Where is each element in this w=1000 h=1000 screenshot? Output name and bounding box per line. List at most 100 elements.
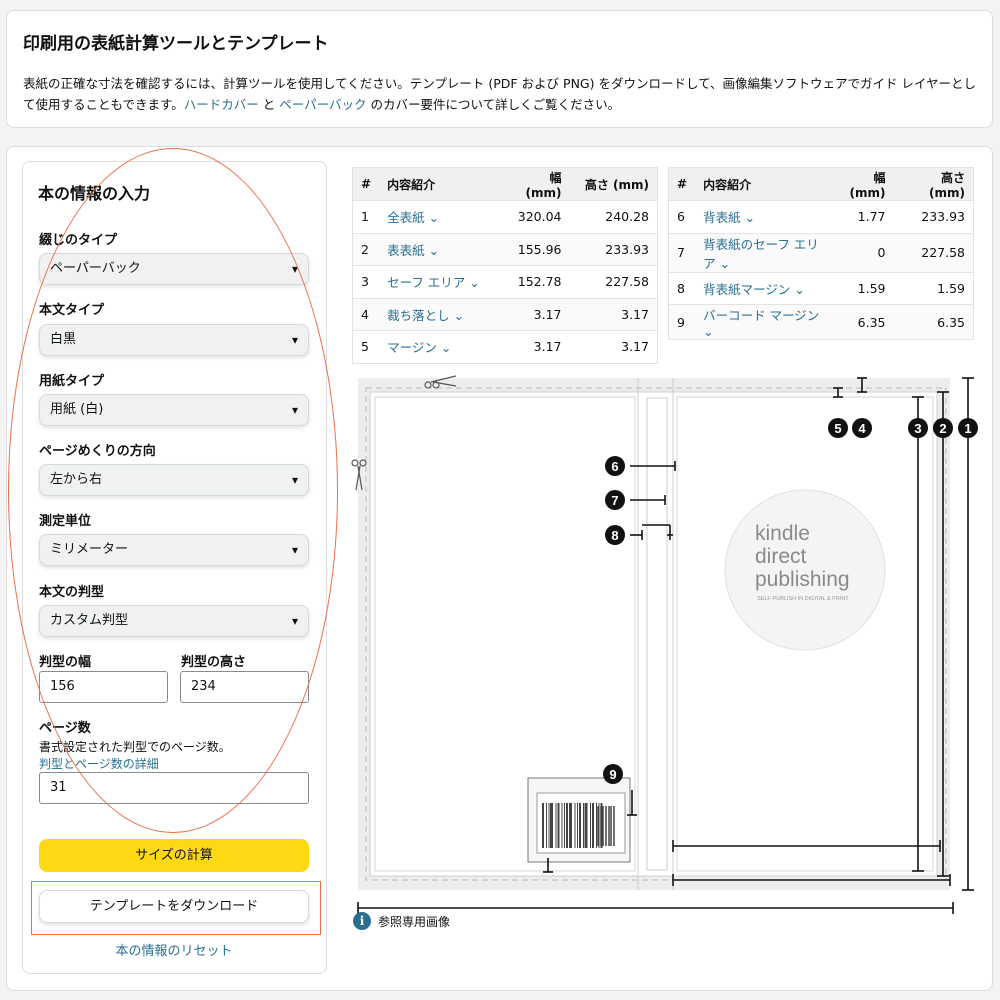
- and-text: と: [258, 97, 280, 112]
- row-width: 1.77: [831, 200, 894, 233]
- chevron-down-icon[interactable]: ⌄: [703, 324, 713, 339]
- logo-tagline: SELF-PUBLISH IN DIGITAL & PRINT: [757, 596, 849, 602]
- row-name[interactable]: 背表紙マージン ⌄: [695, 271, 832, 305]
- row-name[interactable]: バーコード マージン ⌄: [695, 304, 832, 340]
- col-num: #: [352, 167, 380, 201]
- callout-marker-8: 8: [605, 525, 625, 545]
- table-row: 9 バーコード マージン ⌄ 6.35 6.35: [668, 304, 974, 340]
- svg-text:5: 5: [834, 421, 841, 436]
- dimension-name-link[interactable]: 背表紙: [703, 210, 741, 225]
- row-number: 4: [352, 297, 380, 331]
- direction-select[interactable]: 左から右 ▾: [39, 464, 309, 496]
- row-number: 2: [352, 232, 380, 266]
- row-number: 6: [668, 200, 696, 233]
- interior-value: 白黒: [50, 332, 77, 347]
- chevron-down-icon[interactable]: ⌄: [745, 210, 755, 225]
- chevron-down-icon: ▾: [291, 473, 298, 487]
- callout-marker-5: 5: [828, 418, 848, 438]
- page-count-input[interactable]: 31: [39, 772, 309, 804]
- paperback-link[interactable]: ペーパーバック: [279, 97, 366, 112]
- chevron-down-icon[interactable]: ⌄: [429, 243, 439, 258]
- svg-text:1: 1: [964, 421, 971, 436]
- chevron-down-icon[interactable]: ⌄: [720, 256, 730, 271]
- trim-value: カスタム判型: [50, 613, 129, 628]
- binding-value: ペーパーバック: [50, 261, 141, 276]
- chevron-down-icon[interactable]: ⌄: [441, 340, 451, 355]
- col-name: 内容紹介: [379, 167, 502, 201]
- pages-label: ページ数: [39, 721, 91, 736]
- trim-height-input[interactable]: 234: [180, 671, 309, 703]
- table-row: 1 全表紙 ⌄ 320.04 240.28: [352, 200, 658, 233]
- row-width: 320.04: [501, 200, 570, 233]
- col-height: 高さ (mm): [893, 167, 974, 201]
- row-width: 6.35: [831, 304, 894, 340]
- row-name[interactable]: 表表紙 ⌄: [379, 232, 502, 266]
- calculate-button[interactable]: サイズの計算: [39, 839, 309, 872]
- row-height: 227.58: [569, 265, 658, 298]
- form-title: 本の情報の入力: [38, 184, 151, 203]
- paper-label: 用紙タイプ: [39, 374, 105, 389]
- table-row: 3 セーフ エリア ⌄ 152.78 227.58: [352, 265, 658, 298]
- paper-value: 用紙 (白): [50, 402, 104, 417]
- unit-select[interactable]: ミリメーター ▾: [39, 534, 309, 566]
- chevron-down-icon[interactable]: ⌄: [469, 275, 479, 290]
- row-height: 233.93: [893, 200, 974, 233]
- row-name[interactable]: 全表紙 ⌄: [379, 200, 502, 233]
- row-width: 152.78: [501, 265, 570, 298]
- col-width: 幅 (mm): [501, 167, 570, 201]
- interior-select[interactable]: 白黒 ▾: [39, 324, 309, 356]
- binding-select[interactable]: ペーパーバック ▾: [39, 253, 309, 285]
- trim-select[interactable]: カスタム判型 ▾: [39, 605, 309, 637]
- trim-height-label: 判型の高さ: [181, 655, 247, 670]
- row-width: 0: [831, 232, 894, 272]
- chevron-down-icon[interactable]: ⌄: [429, 210, 439, 225]
- trim-pages-details-link[interactable]: 判型とページ数の詳細: [39, 755, 159, 772]
- row-number: 7: [668, 232, 696, 272]
- chevron-down-icon: ▾: [291, 333, 298, 347]
- table-row: 6 背表紙 ⌄ 1.77 233.93: [668, 200, 974, 233]
- callout-marker-7: 7: [605, 490, 625, 510]
- binding-label: 綴じのタイプ: [39, 233, 118, 248]
- col-height: 高さ (mm): [569, 167, 658, 201]
- svg-text:4: 4: [858, 421, 866, 436]
- row-width: 1.59: [831, 271, 894, 305]
- col-num: #: [668, 167, 696, 201]
- logo-line-2: direct: [755, 545, 807, 568]
- dimension-name-link[interactable]: 全表紙: [387, 210, 425, 225]
- chevron-down-icon[interactable]: ⌄: [794, 282, 804, 297]
- description-text-end: のカバー要件について詳しくご覧ください。: [366, 97, 621, 112]
- chevron-down-icon[interactable]: ⌄: [454, 308, 464, 323]
- dimension-name-link[interactable]: 裁ち落とし: [387, 308, 450, 323]
- row-name[interactable]: 裁ち落とし ⌄: [379, 297, 502, 331]
- logo-line-1: kindle: [755, 522, 810, 545]
- hardcover-link[interactable]: ハードカバー: [184, 97, 259, 112]
- chevron-down-icon: ▾: [291, 614, 298, 628]
- dimension-name-link[interactable]: バーコード マージン: [703, 308, 819, 323]
- row-number: 3: [352, 265, 380, 298]
- logo-line-3: publishing: [755, 568, 850, 591]
- row-name[interactable]: 背表紙のセーフ エリア ⌄: [695, 232, 832, 272]
- dimension-name-link[interactable]: 背表紙マージン: [703, 282, 790, 297]
- col-name: 内容紹介: [695, 167, 832, 201]
- row-name[interactable]: セーフ エリア ⌄: [379, 265, 502, 298]
- row-height: 1.59: [893, 271, 974, 305]
- cover-diagram: kindle direct publishing SELF-PUBLISH IN…: [351, 375, 978, 914]
- row-height: 227.58: [893, 232, 974, 272]
- svg-text:2: 2: [939, 421, 946, 436]
- callout-marker-3: 3: [908, 418, 928, 438]
- download-template-button[interactable]: テンプレートをダウンロード: [39, 890, 309, 923]
- row-name[interactable]: マージン ⌄: [379, 330, 502, 363]
- callout-marker-1: 1: [958, 418, 978, 438]
- callout-marker-2: 2: [933, 418, 953, 438]
- chevron-down-icon: ▾: [291, 543, 298, 557]
- trim-width-input[interactable]: 156: [39, 671, 168, 703]
- reset-book-info-link[interactable]: 本の情報のリセット: [39, 940, 309, 959]
- dimension-name-link[interactable]: セーフ エリア: [387, 275, 465, 290]
- row-name[interactable]: 背表紙 ⌄: [695, 200, 832, 233]
- cover-frame: [358, 378, 950, 890]
- row-number: 5: [352, 330, 380, 363]
- row-number: 8: [668, 271, 696, 305]
- paper-select[interactable]: 用紙 (白) ▾: [39, 394, 309, 426]
- dimension-name-link[interactable]: 表表紙: [387, 243, 425, 258]
- dimension-name-link[interactable]: マージン: [387, 340, 437, 355]
